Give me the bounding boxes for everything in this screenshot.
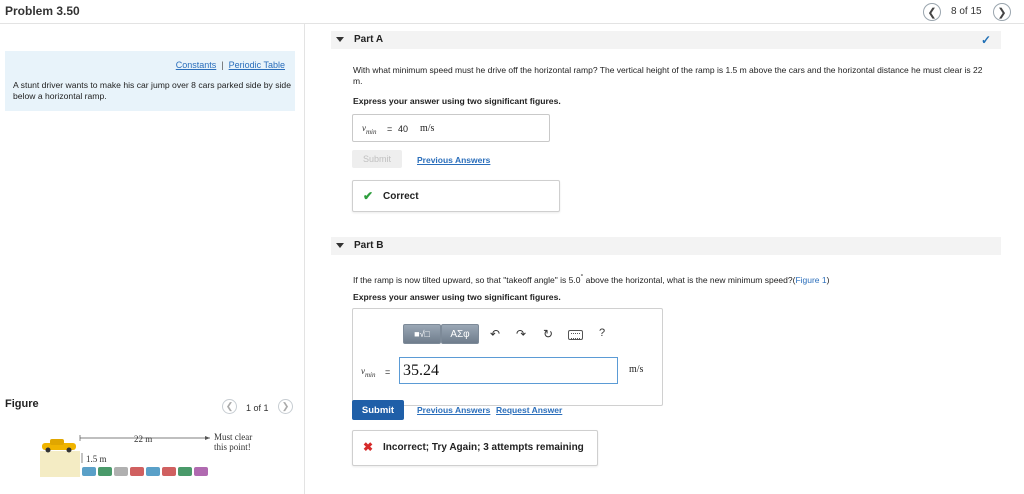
templates-icon: ■√□ bbox=[414, 329, 430, 339]
distance-label: 22 m bbox=[134, 434, 152, 444]
part-b-answer-input[interactable]: 35.24 bbox=[399, 357, 618, 384]
keyboard-icon[interactable] bbox=[568, 330, 583, 340]
part-a-answer-box: vmin = 40 m/s bbox=[352, 114, 550, 142]
constants-link[interactable]: Constants bbox=[176, 60, 217, 70]
problem-left-panel: Constants | Periodic Table A stunt driver … bbox=[0, 24, 305, 494]
clear-note-line2: this point! bbox=[214, 442, 251, 452]
chevron-left-icon: ❮ bbox=[225, 401, 234, 411]
prev-problem-button[interactable]: ❮ bbox=[923, 3, 941, 21]
undo-icon[interactable]: ↶ bbox=[490, 327, 500, 341]
greek-symbols-button[interactable]: ΑΣφ bbox=[441, 324, 479, 344]
incorrect-x-icon: ✖ bbox=[363, 440, 374, 454]
part-b-unit: m/s bbox=[629, 364, 644, 375]
part-b-feedback-text: Incorrect; Try Again; 3 attempts remaini… bbox=[383, 442, 584, 453]
part-b-instruction: Express your answer using two significan… bbox=[353, 292, 561, 302]
part-b-equals: = bbox=[385, 367, 391, 377]
figure-next-button[interactable]: ❯ bbox=[278, 399, 293, 414]
part-b-previous-answers-link[interactable]: Previous Answers bbox=[417, 405, 490, 415]
next-problem-button[interactable]: ❯ bbox=[993, 3, 1011, 21]
parked-cars bbox=[82, 467, 208, 476]
part-a-feedback: ✔ Correct bbox=[352, 180, 560, 212]
templates-button[interactable]: ■√□ bbox=[403, 324, 441, 344]
part-b-answer-box: ■√□ ΑΣφ ↶ ↷ ↻ ? vmin = 35.24 m/s bbox=[352, 308, 663, 406]
part-b-feedback: ✖ Incorrect; Try Again; 3 attempts remai… bbox=[352, 430, 598, 466]
request-answer-link[interactable]: Request Answer bbox=[496, 405, 562, 415]
part-a-equals: = bbox=[387, 124, 393, 134]
reference-links: Constants | Periodic Table bbox=[176, 60, 285, 70]
part-a-submit-button[interactable]: Submit bbox=[352, 150, 402, 168]
problem-intro-text: A stunt driver wants to make his car jum… bbox=[13, 80, 291, 101]
part-a-instruction: Express your answer using two significan… bbox=[353, 96, 561, 106]
periodic-table-link[interactable]: Periodic Table bbox=[229, 60, 285, 70]
collapse-caret-icon bbox=[336, 243, 344, 248]
clear-note-line1: Must clear bbox=[214, 432, 252, 442]
part-a-variable: vmin bbox=[362, 123, 377, 136]
chevron-right-icon: ❯ bbox=[281, 401, 290, 411]
height-label: 1.5 m bbox=[86, 454, 107, 464]
top-header: Problem 3.50 ❮ 8 of 15 ❯ bbox=[0, 0, 1024, 24]
redo-icon[interactable]: ↷ bbox=[516, 327, 526, 341]
problem-position: 8 of 15 bbox=[951, 6, 982, 17]
part-a-question: With what minimum speed must he drive of… bbox=[353, 65, 983, 86]
part-b-variable: vmin bbox=[361, 366, 376, 379]
part-b-submit-button[interactable]: Submit bbox=[352, 400, 404, 420]
part-b-header[interactable]: Part B bbox=[331, 237, 1001, 255]
part-a-title: Part A bbox=[354, 34, 384, 45]
ramp-block bbox=[40, 451, 80, 477]
part-a-unit: m/s bbox=[420, 123, 435, 134]
chevron-left-icon: ❮ bbox=[927, 6, 937, 19]
figure-1-link[interactable]: Figure 1 bbox=[795, 275, 826, 285]
chevron-right-icon: ❯ bbox=[997, 6, 1007, 19]
stunt-car-icon bbox=[42, 439, 76, 453]
part-a-answer-value: 40 bbox=[398, 124, 409, 134]
problem-title: Problem 3.50 bbox=[5, 4, 80, 18]
part-a-feedback-text: Correct bbox=[383, 191, 419, 202]
figure-count: 1 of 1 bbox=[246, 403, 269, 413]
part-a-previous-answers-link[interactable]: Previous Answers bbox=[417, 155, 490, 165]
reset-icon[interactable]: ↻ bbox=[543, 327, 553, 341]
help-button[interactable]: ? bbox=[599, 327, 605, 339]
figure-prev-button[interactable]: ❮ bbox=[222, 399, 237, 414]
part-b-title: Part B bbox=[354, 240, 384, 251]
part-a-header[interactable]: Part A ✓ bbox=[331, 31, 1001, 49]
stunt-ramp-figure: 22 m 1.5 m Must clear this point! bbox=[40, 432, 252, 477]
checkmark-icon: ✓ bbox=[981, 33, 992, 47]
collapse-caret-icon bbox=[336, 37, 344, 42]
part-b-question: If the ramp is now tilted upward, so tha… bbox=[353, 274, 830, 285]
correct-check-icon: ✔ bbox=[363, 189, 374, 203]
problem-intro-box: Constants | Periodic Table A stunt driver … bbox=[5, 51, 295, 111]
figure-heading: Figure bbox=[5, 398, 39, 410]
link-separator: | bbox=[221, 60, 224, 70]
